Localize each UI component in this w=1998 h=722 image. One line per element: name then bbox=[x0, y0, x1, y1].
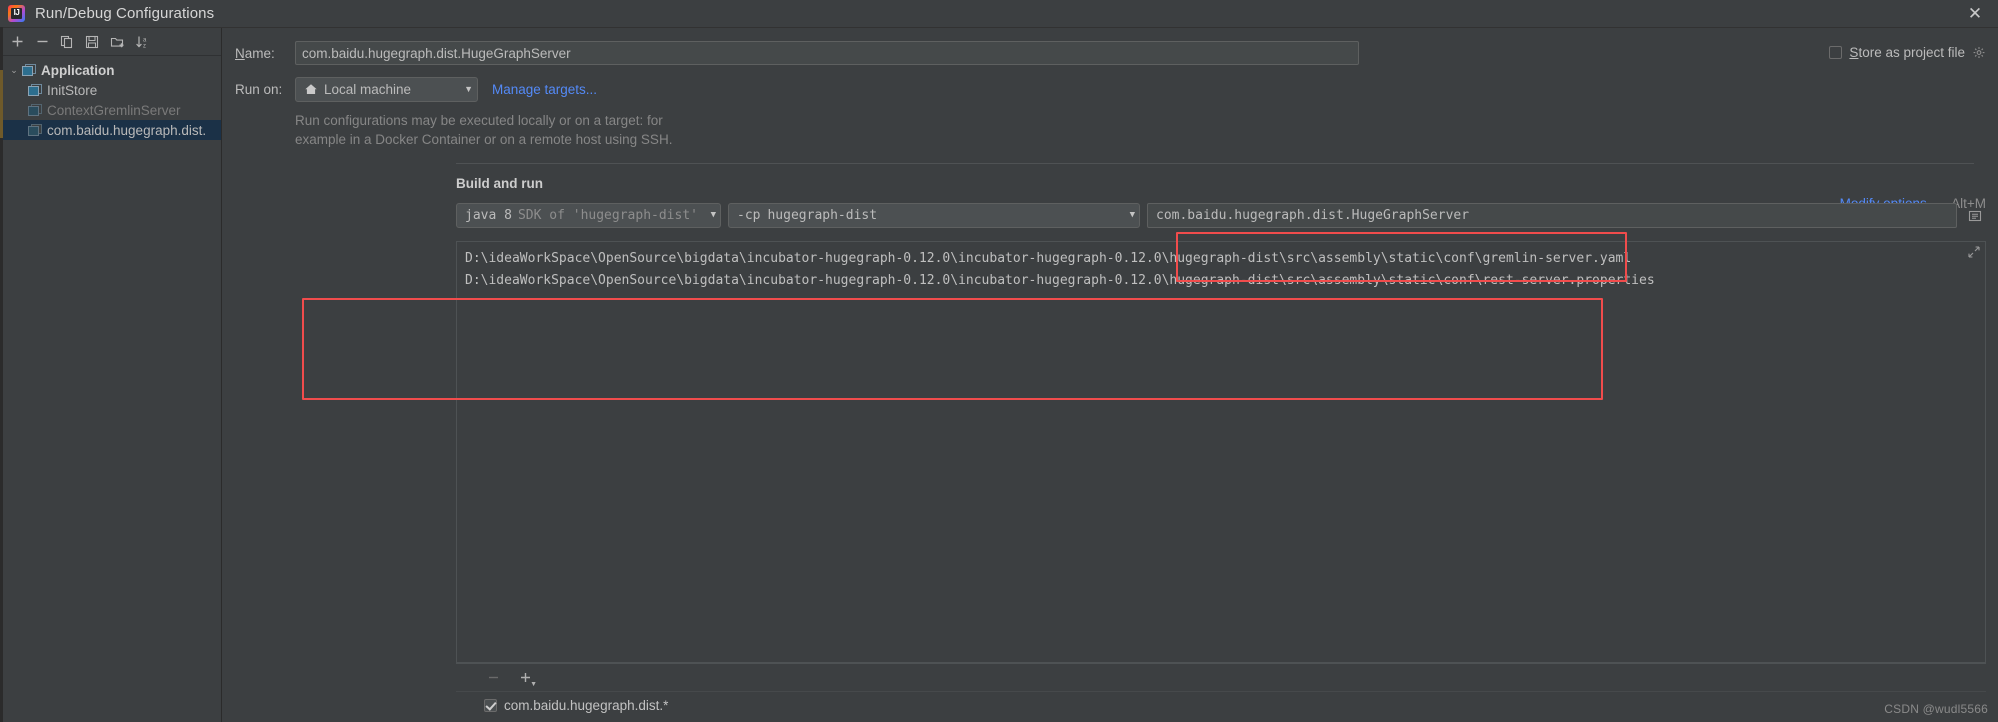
before-launch-section: ▼ com.baidu.hugegraph.dist.* bbox=[456, 663, 1986, 722]
before-launch-task-row[interactable]: com.baidu.hugegraph.dist.* bbox=[456, 692, 1986, 713]
svg-text:z: z bbox=[143, 43, 146, 49]
left-edge-marker bbox=[0, 70, 3, 138]
tree-group-label: Application bbox=[41, 62, 115, 78]
configuration-editor-pane: Name: com.baidu.hugegraph.dist.HugeGraph… bbox=[222, 28, 1998, 722]
classpath-flag: -cp bbox=[737, 208, 761, 223]
name-label: Name: bbox=[235, 45, 275, 61]
run-on-hint: Run configurations may be executed local… bbox=[295, 111, 815, 149]
build-configuration-row: java 8 SDK of 'hugegraph-dist' ▼ -cp hug… bbox=[456, 203, 1986, 228]
tree-group-application[interactable]: ⌄ Application bbox=[0, 60, 221, 80]
name-input-value: com.baidu.hugegraph.dist.HugeGraphServer bbox=[302, 45, 571, 61]
program-arguments-line-2: D:\ideaWorkSpace\OpenSource\bigdata\incu… bbox=[465, 273, 1655, 288]
configurations-toolbar: a z bbox=[0, 28, 221, 56]
manage-targets-link[interactable]: Manage targets... bbox=[492, 82, 597, 97]
intellij-idea-icon: IJ bbox=[8, 5, 25, 22]
chevron-down-icon[interactable]: ▼ bbox=[530, 681, 537, 688]
expand-editor-icon[interactable] bbox=[1968, 246, 1980, 261]
name-row: Name: com.baidu.hugegraph.dist.HugeGraph… bbox=[222, 28, 1998, 65]
before-launch-toolbar: ▼ bbox=[456, 664, 1986, 692]
chevron-down-icon[interactable]: ▼ bbox=[699, 211, 716, 220]
classpath-module: hugegraph-dist bbox=[767, 208, 878, 223]
run-on-target-select[interactable]: Local machine ▼ bbox=[295, 77, 478, 102]
list-item-label: ContextGremlinServer bbox=[47, 102, 181, 118]
before-launch-task-label: com.baidu.hugegraph.dist.* bbox=[504, 698, 669, 713]
folder-add-icon[interactable] bbox=[106, 31, 128, 53]
chevron-down-icon[interactable]: ▼ bbox=[452, 85, 473, 94]
program-arguments-input[interactable]: D:\ideaWorkSpace\OpenSource\bigdata\incu… bbox=[456, 241, 1986, 663]
list-item-label: InitStore bbox=[47, 82, 98, 98]
main-class-input[interactable]: com.baidu.hugegraph.dist.HugeGraphServer bbox=[1147, 203, 1957, 228]
build-and-run-title: Build and run bbox=[456, 176, 543, 191]
sidebar-item-hugegraph-dist[interactable]: com.baidu.hugegraph.dist. bbox=[0, 120, 221, 140]
add-configuration-button[interactable] bbox=[6, 31, 28, 53]
list-item-label: com.baidu.hugegraph.dist. bbox=[47, 122, 207, 138]
configurations-pane: a z ⌄ Application InitStore ContextGreml… bbox=[0, 27, 222, 722]
run-on-row: Run on: Local machine ▼ Manage targets..… bbox=[222, 77, 1998, 102]
run-on-hint-line1: Run configurations may be executed local… bbox=[295, 113, 663, 128]
copy-icon[interactable] bbox=[56, 31, 78, 53]
store-as-project-file-label: Store as project file bbox=[1849, 45, 1965, 60]
configurations-tree[interactable]: ⌄ Application InitStore ContextGremlinSe… bbox=[0, 56, 221, 722]
jdk-select[interactable]: java 8 SDK of 'hugegraph-dist' ▼ bbox=[456, 203, 721, 228]
jdk-description: SDK of 'hugegraph-dist' bbox=[517, 208, 698, 223]
chevron-down-icon[interactable]: ⌄ bbox=[6, 65, 22, 76]
jdk-version: java 8 bbox=[465, 208, 512, 223]
main-class-value: com.baidu.hugegraph.dist.HugeGraphServer bbox=[1156, 208, 1470, 223]
name-input[interactable]: com.baidu.hugegraph.dist.HugeGraphServer bbox=[295, 41, 1359, 65]
dialog-body: a z ⌄ Application InitStore ContextGreml… bbox=[0, 27, 1998, 722]
gear-icon[interactable] bbox=[1972, 46, 1986, 60]
sidebar-item-contextgremlinserver[interactable]: ContextGremlinServer bbox=[0, 100, 221, 120]
program-arguments-line-1: D:\ideaWorkSpace\OpenSource\bigdata\incu… bbox=[465, 251, 1632, 266]
run-config-icon bbox=[28, 83, 42, 97]
run-on-target-value: Local machine bbox=[324, 82, 412, 97]
remove-configuration-button[interactable] bbox=[31, 31, 53, 53]
browse-class-icon[interactable] bbox=[1964, 203, 1986, 228]
home-icon bbox=[304, 83, 318, 96]
store-as-project-file-checkbox[interactable] bbox=[1829, 46, 1843, 59]
section-divider bbox=[456, 163, 1974, 164]
sidebar-item-initstore[interactable]: InitStore bbox=[0, 80, 221, 100]
run-debug-configurations-dialog: IJ Run/Debug Configurations ✕ a z ⌄ Appl… bbox=[0, 0, 1998, 722]
before-launch-task-checkbox[interactable] bbox=[484, 699, 497, 712]
chevron-down-icon[interactable]: ▼ bbox=[1118, 211, 1135, 220]
sort-alpha-icon[interactable]: a z bbox=[131, 31, 153, 53]
application-group-icon bbox=[22, 63, 36, 77]
add-task-button[interactable]: ▼ bbox=[516, 669, 537, 688]
run-on-hint-line2: example in a Docker Container or on a re… bbox=[295, 132, 673, 147]
close-icon[interactable]: ✕ bbox=[1952, 0, 1998, 27]
classpath-module-select[interactable]: -cp hugegraph-dist ▼ bbox=[728, 203, 1140, 228]
watermark: CSDN @wudl5566 bbox=[1884, 702, 1988, 716]
window-title: Run/Debug Configurations bbox=[35, 5, 215, 22]
run-config-icon bbox=[28, 103, 42, 117]
title-bar: IJ Run/Debug Configurations ✕ bbox=[0, 0, 1998, 28]
save-icon[interactable] bbox=[81, 31, 103, 53]
run-config-icon bbox=[28, 123, 42, 137]
store-as-project-file-row[interactable]: Store as project file bbox=[1829, 45, 1986, 60]
remove-task-button[interactable] bbox=[484, 669, 502, 687]
run-on-label: Run on: bbox=[235, 82, 283, 97]
